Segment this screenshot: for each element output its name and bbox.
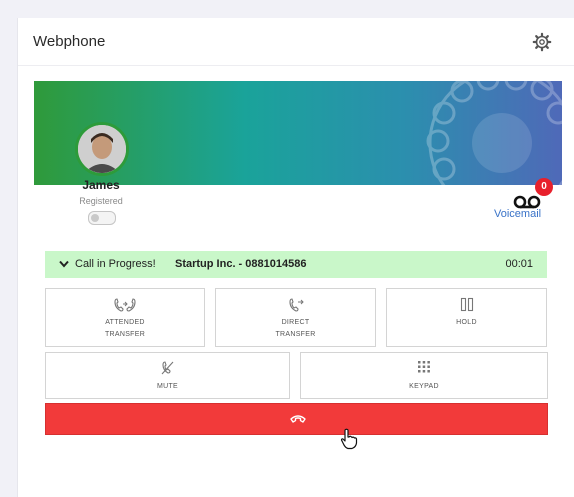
- hangup-button[interactable]: [45, 403, 548, 435]
- hold-label: HOLD: [456, 319, 477, 326]
- call-party: Startup Inc. - 0881014586: [175, 258, 307, 270]
- voicemail-count-badge: 0: [535, 178, 553, 196]
- avatar: [75, 122, 129, 176]
- pause-icon: [460, 297, 473, 312]
- direct-transfer-label-2: TRANSFER: [275, 331, 316, 338]
- mute-icon: [161, 361, 173, 375]
- hold-button[interactable]: HOLD: [386, 288, 547, 347]
- rotary-dial-graphic: [426, 81, 562, 185]
- call-timer: 00:01: [505, 258, 533, 270]
- call-status-bar[interactable]: Call in Progress! Startup Inc. - 0881014…: [45, 251, 547, 278]
- direct-transfer-button[interactable]: DIRECT TRANSFER: [215, 288, 376, 347]
- hangup-icon: [290, 415, 306, 423]
- panel-header: Webphone: [18, 18, 574, 66]
- keypad-label: KEYPAD: [409, 383, 439, 390]
- mute-button[interactable]: MUTE: [45, 352, 290, 399]
- attended-transfer-label-2: TRANSFER: [104, 331, 146, 338]
- voicemail-link[interactable]: Voicemail: [494, 208, 541, 220]
- registration-status: Registered: [79, 196, 123, 206]
- keypad-button[interactable]: KEYPAD: [300, 352, 548, 399]
- registration-toggle[interactable]: [88, 211, 116, 225]
- webphone-panel: Webphone James Registered 0 Voicemail Ca…: [17, 18, 574, 497]
- call-status-text: Call in Progress!: [75, 258, 156, 270]
- toggle-knob: [91, 214, 99, 222]
- mute-label: MUTE: [156, 383, 179, 390]
- attended-transfer-icon: [114, 298, 136, 312]
- chevron-down-icon[interactable]: [59, 260, 69, 268]
- direct-transfer-label-1: DIRECT: [281, 319, 310, 326]
- direct-transfer-icon: [288, 298, 304, 312]
- attended-transfer-button[interactable]: ATTENDED TRANSFER: [45, 288, 205, 347]
- panel-title: Webphone: [33, 33, 106, 50]
- hand-cursor-icon: [340, 428, 358, 450]
- attended-transfer-label-1: ATTENDED: [105, 319, 145, 326]
- voicemail-icon[interactable]: [513, 193, 541, 209]
- gear-icon[interactable]: [532, 32, 552, 52]
- keypad-icon: [418, 361, 430, 373]
- user-name: James: [82, 178, 120, 192]
